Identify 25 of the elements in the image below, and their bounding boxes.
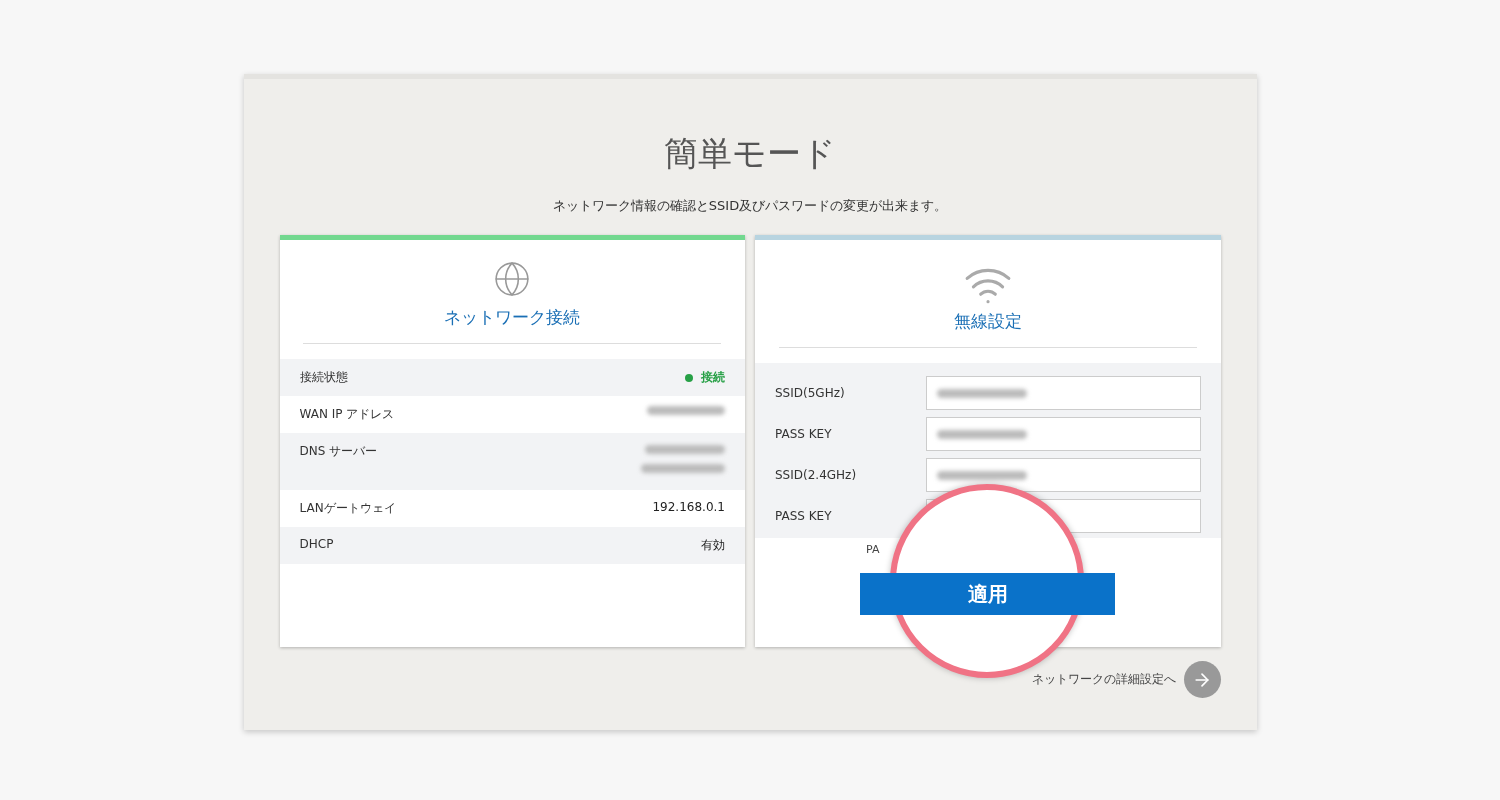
row-value: 192.168.0.1 bbox=[652, 500, 725, 514]
field-label: SSID(2.4GHz) bbox=[775, 468, 857, 482]
page-title: 簡単モード bbox=[664, 132, 836, 175]
status-dot bbox=[685, 373, 693, 382]
row-label: LANゲートウェイ bbox=[299, 500, 396, 517]
field-label: SSID(5GHz) bbox=[775, 386, 845, 400]
field-label: PASS KEY bbox=[775, 509, 832, 523]
row-label: WAN IP アドレス bbox=[299, 406, 395, 423]
input-field[interactable] bbox=[925, 417, 1201, 451]
card-title: ネットワーク接続 bbox=[444, 306, 581, 329]
row-label: DHCP bbox=[299, 537, 334, 551]
page-subtitle: ネットワーク情報の確認とSSID及びパスワードの変更が出来ます。 bbox=[552, 197, 948, 215]
globe-icon bbox=[493, 260, 532, 298]
card-title: 無線設定 bbox=[953, 310, 1022, 333]
input-field[interactable] bbox=[925, 458, 1201, 492]
row-label: 接続状態 bbox=[299, 369, 348, 386]
field-label: PASS KEY bbox=[775, 427, 832, 441]
field-note: PA bbox=[866, 543, 880, 556]
arrow-button[interactable] bbox=[1183, 661, 1221, 698]
status-value: 接続 bbox=[685, 369, 725, 386]
apply-button[interactable]: 適用 bbox=[860, 573, 1116, 615]
row-label: DNS サーバー bbox=[299, 443, 378, 460]
input-field[interactable] bbox=[925, 376, 1201, 410]
advanced-settings-link[interactable]: ネットワークの詳細設定へ bbox=[1031, 671, 1176, 688]
row-value: 有効 bbox=[701, 537, 725, 554]
